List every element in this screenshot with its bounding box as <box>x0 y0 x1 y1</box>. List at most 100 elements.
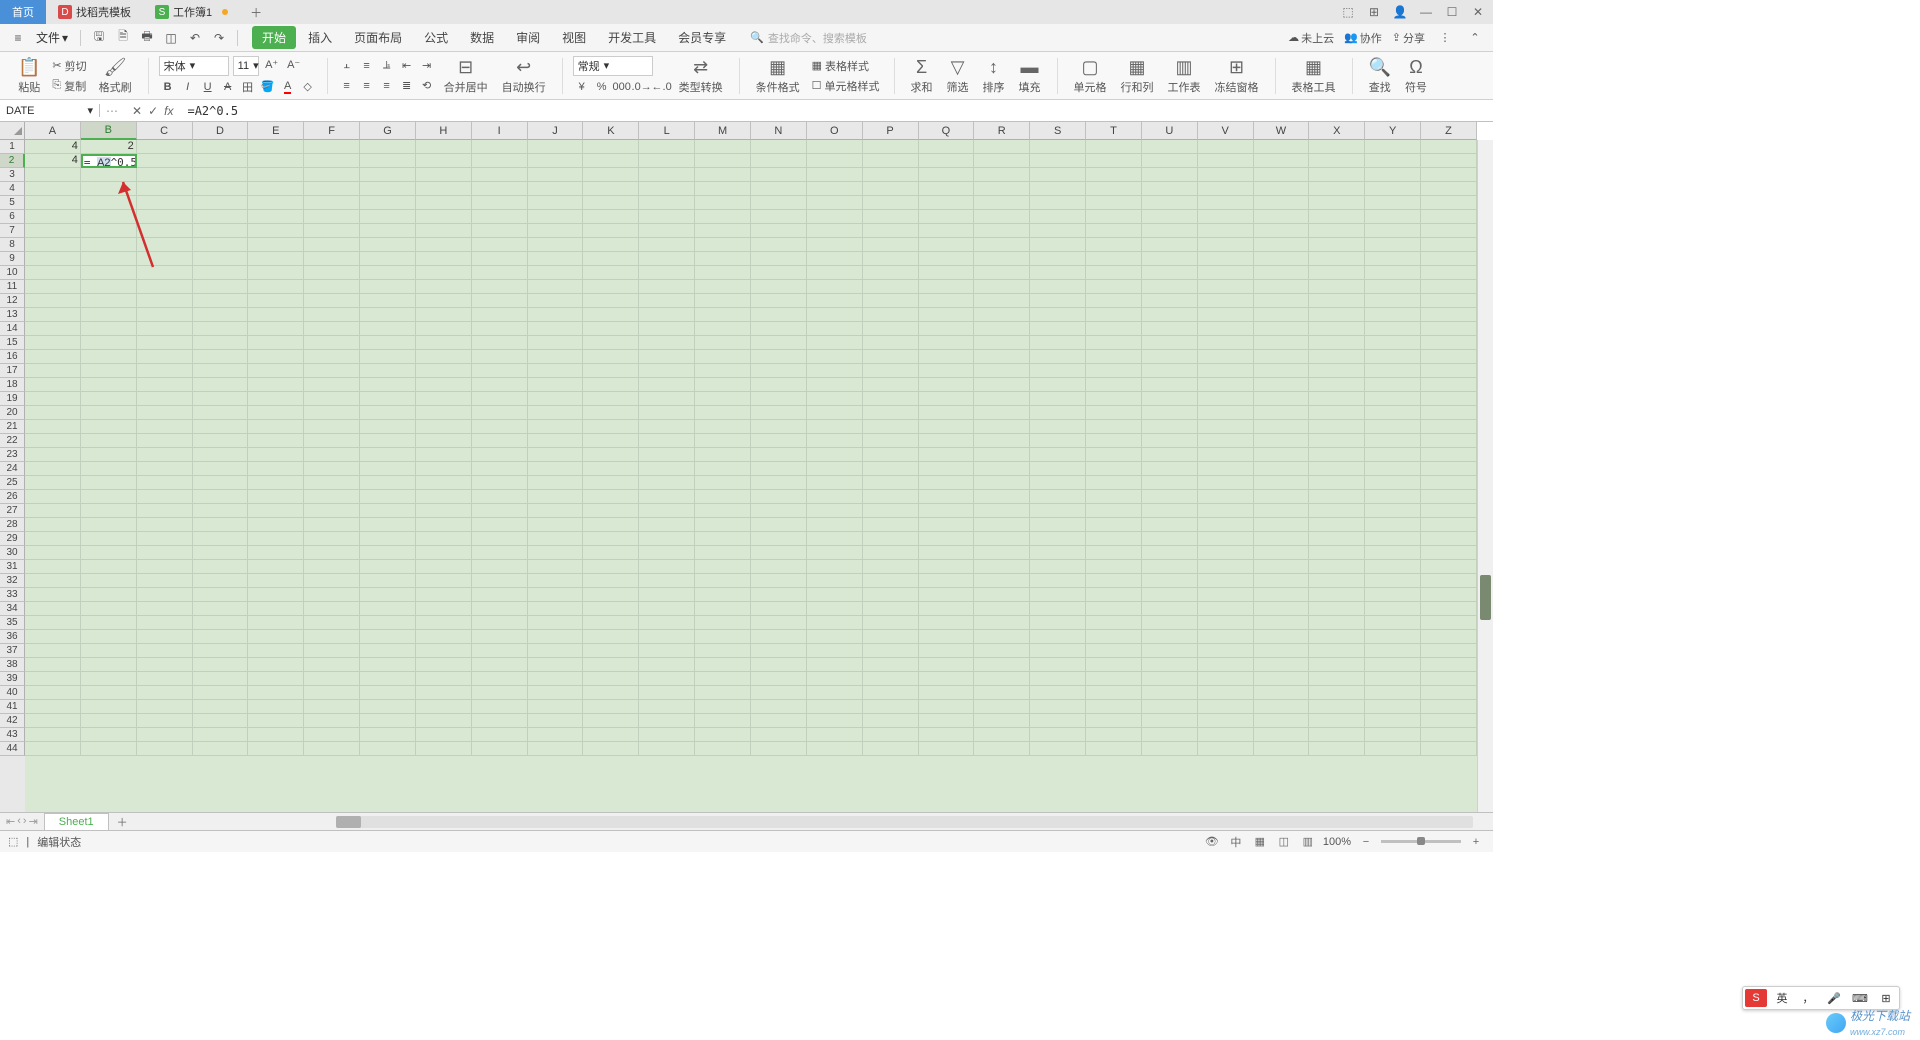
cell-E37[interactable] <box>248 644 304 658</box>
cell-J9[interactable] <box>528 252 584 266</box>
cell-L5[interactable] <box>639 196 695 210</box>
cell-N8[interactable] <box>751 238 807 252</box>
cell-M38[interactable] <box>695 658 751 672</box>
cell-F38[interactable] <box>304 658 360 672</box>
cell-R22[interactable] <box>974 434 1030 448</box>
cell-N15[interactable] <box>751 336 807 350</box>
cell-X26[interactable] <box>1309 490 1365 504</box>
cell-C19[interactable] <box>137 392 193 406</box>
cell-M10[interactable] <box>695 266 751 280</box>
cell-O14[interactable] <box>807 322 863 336</box>
cell-X24[interactable] <box>1309 462 1365 476</box>
redo-icon[interactable]: ↷ <box>209 28 229 48</box>
cell-T12[interactable] <box>1086 294 1142 308</box>
cell-D38[interactable] <box>193 658 249 672</box>
cell-R37[interactable] <box>974 644 1030 658</box>
cell-P40[interactable] <box>863 686 919 700</box>
cell-N5[interactable] <box>751 196 807 210</box>
cell-T26[interactable] <box>1086 490 1142 504</box>
cell-K26[interactable] <box>583 490 639 504</box>
cell-S43[interactable] <box>1030 728 1086 742</box>
cell-D2[interactable] <box>193 154 249 168</box>
cell-V12[interactable] <box>1198 294 1254 308</box>
cell-A33[interactable] <box>25 588 81 602</box>
cell-F4[interactable] <box>304 182 360 196</box>
cell-W26[interactable] <box>1254 490 1310 504</box>
row-header-2[interactable]: 2 <box>0 154 25 168</box>
cell-Q4[interactable] <box>919 182 975 196</box>
cell-U37[interactable] <box>1142 644 1198 658</box>
cell-L18[interactable] <box>639 378 695 392</box>
cell-F35[interactable] <box>304 616 360 630</box>
cell-J30[interactable] <box>528 546 584 560</box>
cell-A25[interactable] <box>25 476 81 490</box>
rowcol-button[interactable]: ▦行和列 <box>1115 55 1160 97</box>
cell-T39[interactable] <box>1086 672 1142 686</box>
view-page-icon[interactable]: ◫ <box>1275 834 1293 850</box>
cell-C22[interactable] <box>137 434 193 448</box>
cell-F10[interactable] <box>304 266 360 280</box>
cell-V19[interactable] <box>1198 392 1254 406</box>
cell-W12[interactable] <box>1254 294 1310 308</box>
cell-J43[interactable] <box>528 728 584 742</box>
cell-H29[interactable] <box>416 532 472 546</box>
cell-J18[interactable] <box>528 378 584 392</box>
cell-O13[interactable] <box>807 308 863 322</box>
row-header-16[interactable]: 16 <box>0 350 25 364</box>
cell-V33[interactable] <box>1198 588 1254 602</box>
cell-Y20[interactable] <box>1365 406 1421 420</box>
cell-J33[interactable] <box>528 588 584 602</box>
cell-Z5[interactable] <box>1421 196 1477 210</box>
command-search[interactable]: 🔍 查找命令、搜索模板 <box>750 30 867 46</box>
cell-M18[interactable] <box>695 378 751 392</box>
cell-J39[interactable] <box>528 672 584 686</box>
cell-X39[interactable] <box>1309 672 1365 686</box>
cell-P37[interactable] <box>863 644 919 658</box>
cell-L35[interactable] <box>639 616 695 630</box>
formula-input[interactable]: =A2^0.5 <box>181 104 1493 118</box>
view-break-icon[interactable]: ▥ <box>1299 834 1317 850</box>
cell-E20[interactable] <box>248 406 304 420</box>
cell-A34[interactable] <box>25 602 81 616</box>
cell-H22[interactable] <box>416 434 472 448</box>
cell-D14[interactable] <box>193 322 249 336</box>
cell-G27[interactable] <box>360 504 416 518</box>
cell-K29[interactable] <box>583 532 639 546</box>
cell-K3[interactable] <box>583 168 639 182</box>
eye-icon[interactable]: 👁 <box>1203 834 1221 850</box>
cell-E5[interactable] <box>248 196 304 210</box>
cell-L7[interactable] <box>639 224 695 238</box>
cell-P23[interactable] <box>863 448 919 462</box>
cell-U42[interactable] <box>1142 714 1198 728</box>
grid-icon[interactable]: ⊞ <box>1365 3 1383 21</box>
cell-T7[interactable] <box>1086 224 1142 238</box>
cell-U9[interactable] <box>1142 252 1198 266</box>
cell-P33[interactable] <box>863 588 919 602</box>
cell-Y7[interactable] <box>1365 224 1421 238</box>
cell-E18[interactable] <box>248 378 304 392</box>
cell-X3[interactable] <box>1309 168 1365 182</box>
find-button[interactable]: 🔍查找 <box>1363 55 1397 97</box>
cell-L12[interactable] <box>639 294 695 308</box>
cell-N23[interactable] <box>751 448 807 462</box>
cell-J41[interactable] <box>528 700 584 714</box>
cell-N13[interactable] <box>751 308 807 322</box>
cell-A41[interactable] <box>25 700 81 714</box>
cell-D13[interactable] <box>193 308 249 322</box>
cell-T31[interactable] <box>1086 560 1142 574</box>
cell-V38[interactable] <box>1198 658 1254 672</box>
cell-Q29[interactable] <box>919 532 975 546</box>
cell-K11[interactable] <box>583 280 639 294</box>
cell-C12[interactable] <box>137 294 193 308</box>
cell-M26[interactable] <box>695 490 751 504</box>
cell-F41[interactable] <box>304 700 360 714</box>
cell-P25[interactable] <box>863 476 919 490</box>
border-button[interactable]: 田 <box>239 78 257 96</box>
cell-Z44[interactable] <box>1421 742 1477 756</box>
cell-O21[interactable] <box>807 420 863 434</box>
cell-G14[interactable] <box>360 322 416 336</box>
cell-T3[interactable] <box>1086 168 1142 182</box>
cell-D4[interactable] <box>193 182 249 196</box>
row-header-43[interactable]: 43 <box>0 728 25 742</box>
menu-tab-review[interactable]: 审阅 <box>506 26 550 49</box>
